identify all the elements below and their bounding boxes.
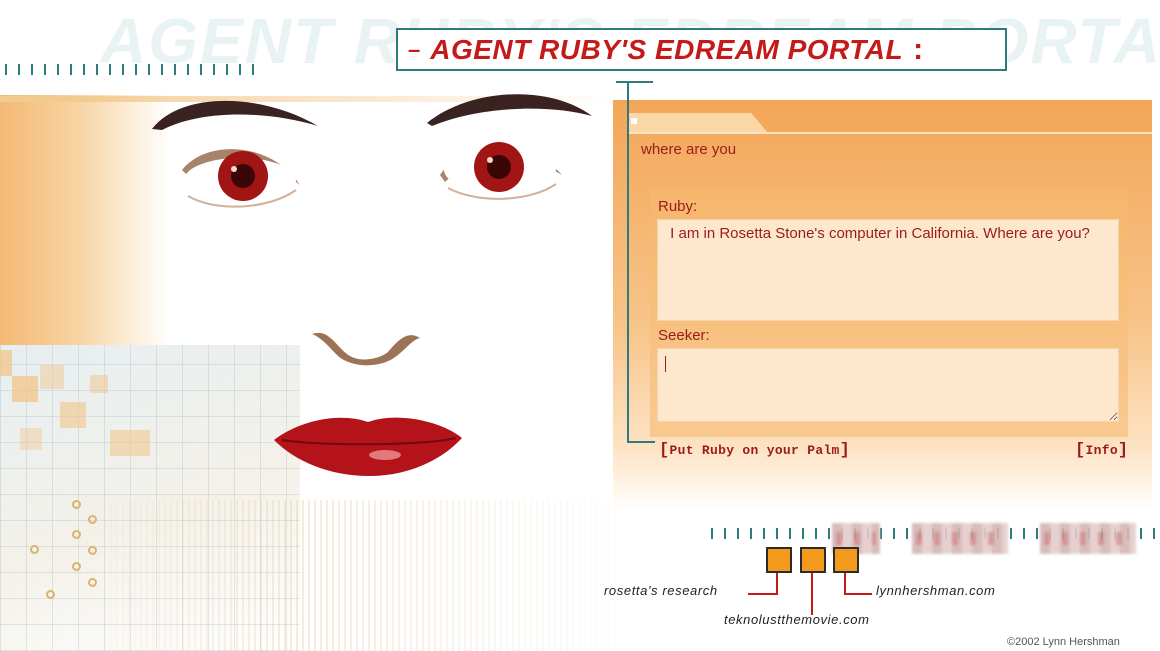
connector-line — [811, 573, 813, 615]
info-link[interactable]: [Info] — [1075, 441, 1128, 460]
nose — [312, 332, 420, 366]
ruby-response-box: I am in Rosetta Stone's computer in Cali… — [657, 219, 1119, 321]
rosetta-research-link[interactable]: rosetta's research — [604, 583, 718, 598]
connector-line — [776, 573, 778, 594]
chat-panel-tab — [628, 113, 768, 133]
portal-title-box: – AGENT RUBY'S EDREAM PORTAL : — [396, 28, 1007, 71]
connector-line — [844, 593, 872, 595]
page-title: AGENT RUBY'S EDREAM PORTAL — [430, 33, 904, 65]
nav-square-lynnhershman[interactable] — [833, 547, 859, 573]
connector-line — [748, 593, 778, 595]
seeker-label: Seeker: — [658, 327, 710, 344]
nav-square-teknolust[interactable] — [800, 547, 826, 573]
lips — [274, 417, 462, 476]
teal-connector-vertical — [627, 81, 629, 443]
ruby-face-illustration — [152, 94, 592, 476]
put-ruby-on-palm-link[interactable]: [Put Ruby on your Palm] — [659, 441, 850, 460]
teal-connector-bottom — [627, 441, 655, 443]
right-eyebrow — [427, 94, 592, 126]
teknolust-movie-link[interactable]: teknolustthemovie.com — [724, 612, 870, 627]
info-link-label: Info — [1085, 443, 1118, 458]
left-eyebrow — [152, 100, 318, 130]
blurred-thumbnail-strip — [912, 523, 1008, 554]
chat-panel-top-line — [628, 132, 1152, 134]
title-dash: – — [408, 36, 421, 62]
chat-panel-dot — [631, 118, 637, 124]
title-colon: : — [913, 32, 924, 66]
ruby-label: Ruby: — [658, 198, 698, 215]
blurred-thumbnail-strip — [1040, 523, 1136, 554]
palm-link-label: Put Ruby on your Palm — [669, 443, 840, 458]
text-caret — [665, 356, 666, 372]
lynn-hershman-link[interactable]: lynnhershman.com — [876, 583, 995, 598]
header-tick-marks — [5, 64, 254, 75]
stripe-texture — [80, 500, 640, 651]
ruby-response-text: I am in Rosetta Stone's computer in Cali… — [670, 225, 1090, 242]
seeker-input[interactable] — [657, 348, 1119, 422]
teal-connector-top — [616, 81, 653, 83]
copyright-text: ©2002 Lynn Hershman — [1007, 636, 1120, 648]
nav-square-rosetta[interactable] — [766, 547, 792, 573]
connector-line — [844, 573, 846, 594]
last-question-text: where are you — [641, 141, 737, 158]
